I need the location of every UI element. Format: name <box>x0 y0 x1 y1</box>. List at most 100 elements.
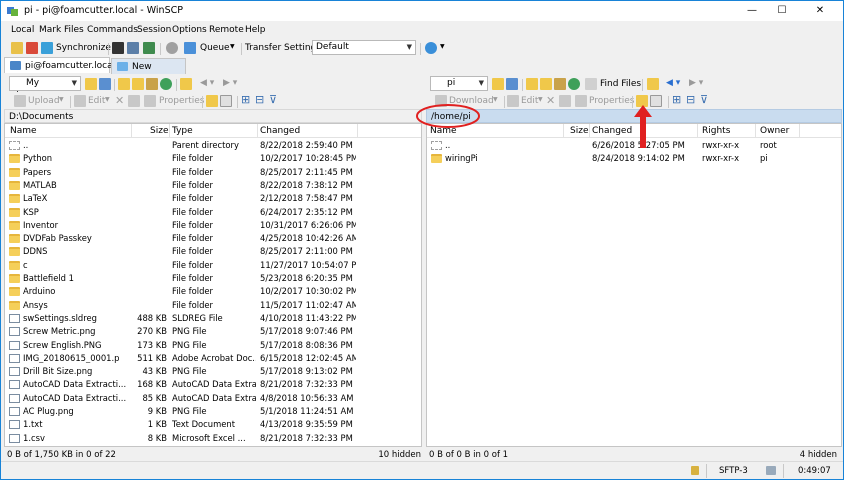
chevron-down-icon[interactable]: ▼ <box>105 96 110 103</box>
upload-button[interactable]: Upload <box>28 96 60 106</box>
back-icon[interactable]: ◀ ▾ <box>666 78 680 88</box>
table-row[interactable]: AC Plug.png 9 KB PNG File 5/1/2018 11:24:51… <box>5 405 421 418</box>
root-folder-icon[interactable] <box>132 78 144 90</box>
tab-new-session[interactable]: New Session <box>111 58 186 88</box>
maximize-button[interactable]: ☐ <box>767 1 797 21</box>
table-row[interactable]: AutoCAD Data Extracti... 168 KB AutoCAD Da… <box>5 378 421 391</box>
table-row[interactable]: swSettings.sldreg 488 KB SLDREG File 4/10/2… <box>5 312 421 325</box>
table-row[interactable]: AutoCAD Data Extracti... 85 KB AutoCAD Dat… <box>5 392 421 405</box>
terminal-icon[interactable] <box>112 42 124 54</box>
tab-session-pi[interactable]: pi@foamcutter.local <box>4 57 115 73</box>
table-row[interactable]: .. Parent directory 8/22/2018 2:59:40 PM <box>5 139 421 152</box>
transfer-settings-select[interactable]: Default ▼ <box>312 40 416 55</box>
table-row[interactable]: DVDFab Passkey File folder 4/25/2018 10:42… <box>5 232 421 245</box>
table-row[interactable]: wiringPi 8/24/2018 9:14:02 PM rwxr-xr-x pi <box>427 152 841 165</box>
edit-button[interactable]: Edit <box>521 96 538 106</box>
table-row[interactable]: c File folder 11/27/2017 10:54:07 PM <box>5 259 421 272</box>
col-size[interactable]: Size <box>570 126 588 136</box>
menu-local[interactable]: Local <box>11 25 34 35</box>
table-row[interactable]: Arduino File folder 10/2/2017 10:30:02 PM <box>5 285 421 298</box>
new-file-icon[interactable] <box>220 95 232 107</box>
table-row[interactable]: 1.txt 1 KB Text Document 4/13/2018 9:35:59 … <box>5 418 421 431</box>
open-folder-icon[interactable] <box>85 78 97 90</box>
title-bar[interactable]: pi - pi@foamcutter.local - WinSCP — ☐ ✕ <box>1 1 843 21</box>
table-row[interactable]: Battlefield 1 File folder 5/23/2018 6:20:3… <box>5 272 421 285</box>
synchronize-button[interactable]: Synchronize <box>56 43 111 53</box>
menu-commands[interactable]: Commands <box>87 25 138 35</box>
table-row[interactable]: Papers File folder 8/25/2017 2:11:45 PM <box>5 166 421 179</box>
chevron-down-icon[interactable]: ▼ <box>493 96 498 103</box>
chevron-down-icon[interactable]: ▼ <box>538 96 543 103</box>
chevron-down-icon[interactable]: ▼ <box>230 43 235 50</box>
filter-down-icon[interactable]: ⊽ <box>700 93 708 106</box>
forward-icon[interactable]: ▶ ▾ <box>223 78 237 88</box>
menu-remote[interactable]: Remote <box>209 25 244 35</box>
remote-hidden-count[interactable]: 4 hidden <box>781 448 837 462</box>
menu-files[interactable]: Files <box>64 25 84 35</box>
col-size[interactable]: Size <box>150 126 168 136</box>
table-row[interactable]: 1.csv 8 KB Microsoft Excel ... 8/21/2018 7:… <box>5 432 421 445</box>
local-location-select[interactable]: My docum… ▼ <box>9 76 81 101</box>
filter-icon[interactable] <box>506 78 518 90</box>
queue-button[interactable]: Queue <box>200 43 230 53</box>
refresh-icon[interactable] <box>568 78 580 90</box>
table-row[interactable]: LaTeX File folder 2/12/2018 7:58:47 PM <box>5 192 421 205</box>
deselect-icon[interactable]: ⊟ <box>686 93 695 106</box>
table-row[interactable]: MATLAB File folder 8/22/2018 7:38:12 PM <box>5 179 421 192</box>
col-changed[interactable]: Changed <box>260 126 300 136</box>
home-icon[interactable] <box>554 78 566 90</box>
col-rights[interactable]: Rights <box>702 126 730 136</box>
table-row[interactable]: Screw English.PNG 173 KB PNG File 5/17/2018… <box>5 339 421 352</box>
col-name[interactable]: Name <box>10 126 37 136</box>
rename-icon[interactable] <box>559 95 571 107</box>
delete-icon[interactable]: ✕ <box>115 94 124 107</box>
filter-icon[interactable] <box>99 78 111 90</box>
table-row[interactable]: Screw Metric.png 270 KB PNG File 5/17/2018 … <box>5 325 421 338</box>
local-hidden-count[interactable]: 10 hidden <box>371 448 421 462</box>
deselect-icon[interactable]: ⊟ <box>255 93 264 106</box>
table-row[interactable]: Inventor File folder 10/31/2017 6:26:06 PM <box>5 219 421 232</box>
find-files-button[interactable]: Find Files <box>600 79 641 89</box>
new-folder-icon[interactable] <box>206 95 218 107</box>
parent-folder-icon[interactable] <box>526 78 538 90</box>
table-row[interactable]: IMG_20180615_0001.p 511 KB Adobe Acrobat D… <box>5 352 421 365</box>
table-row[interactable]: DDNS File folder 8/25/2017 2:11:00 PM <box>5 245 421 258</box>
bookmark-icon[interactable] <box>647 78 659 90</box>
menu-help[interactable]: Help <box>245 25 266 35</box>
local-file-list[interactable]: Name Size Type Changed .. Parent director… <box>4 123 422 447</box>
bookmark-icon[interactable] <box>180 78 192 90</box>
filter-icon[interactable] <box>26 42 38 54</box>
gear-icon[interactable] <box>166 42 178 54</box>
remote-file-list[interactable]: Name Size Changed Rights Owner .. 6/26/20… <box>426 123 842 447</box>
refresh-icon[interactable] <box>143 42 155 54</box>
menu-session[interactable]: Session <box>137 25 171 35</box>
edit-button[interactable]: Edit <box>88 96 105 106</box>
chevron-down-icon[interactable]: ▼ <box>59 96 64 103</box>
home-icon[interactable] <box>146 78 158 90</box>
local-path-bar[interactable]: D:\Documents <box>4 109 422 123</box>
back-icon[interactable]: ◀ ▾ <box>200 78 214 88</box>
compare-icon[interactable] <box>11 42 23 54</box>
minimize-button[interactable]: — <box>737 1 767 21</box>
select-all-icon[interactable]: ⊞ <box>241 93 250 106</box>
refresh-icon[interactable] <box>160 78 172 90</box>
putty-icon[interactable] <box>127 42 139 54</box>
menu-mark[interactable]: Mark <box>39 25 61 35</box>
parent-folder-icon[interactable] <box>118 78 130 90</box>
remote-location-select[interactable]: pi ▼ <box>430 76 488 91</box>
col-type[interactable]: Type <box>172 126 193 136</box>
root-folder-icon[interactable] <box>540 78 552 90</box>
filter-down-icon[interactable]: ⊽ <box>269 93 277 106</box>
forward-icon[interactable]: ▶ ▾ <box>689 78 703 88</box>
globe-icon[interactable] <box>425 42 437 54</box>
select-all-icon[interactable]: ⊞ <box>672 93 681 106</box>
menu-options[interactable]: Options <box>172 25 207 35</box>
chevron-down-icon[interactable]: ▼ <box>440 43 445 50</box>
properties-button[interactable]: Properties <box>159 96 204 106</box>
open-folder-icon[interactable] <box>492 78 504 90</box>
table-row[interactable]: KSP File folder 6/24/2017 2:35:12 PM <box>5 206 421 219</box>
properties-button[interactable]: Properties <box>589 96 634 106</box>
close-button[interactable]: ✕ <box>797 1 843 21</box>
rename-icon[interactable] <box>128 95 140 107</box>
table-row[interactable]: Drill Bit Size.png 43 KB PNG File 5/17/2018… <box>5 365 421 378</box>
